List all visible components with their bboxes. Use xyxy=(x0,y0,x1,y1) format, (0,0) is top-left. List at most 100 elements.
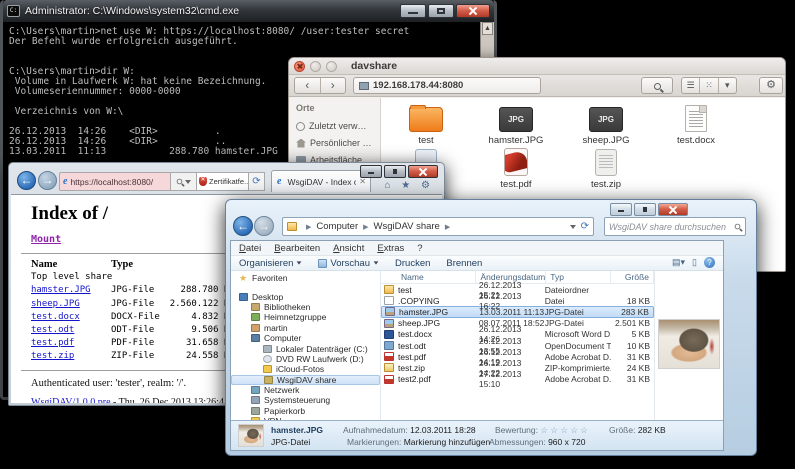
column-size[interactable]: Größe xyxy=(611,271,654,284)
star-icon: ★ xyxy=(239,274,248,282)
tree-item-heimnetzgruppe[interactable]: Heimnetzgruppe xyxy=(231,312,380,322)
scroll-up-icon[interactable]: ▲ xyxy=(482,22,493,35)
file-link[interactable]: test.zip xyxy=(31,351,74,361)
wsgidav-link[interactable]: WsgiDAV/1.0.0.pre xyxy=(31,397,111,403)
breadcrumb-computer[interactable]: Computer xyxy=(316,221,358,232)
close-button[interactable] xyxy=(408,165,438,178)
tree-item-wsgidav-share[interactable]: WsgiDAV share xyxy=(231,375,380,385)
file-link[interactable]: test.pdf xyxy=(31,338,74,348)
preview-pane-button[interactable]: ▯ xyxy=(692,257,697,268)
file-type: JPG-Datei xyxy=(545,318,611,328)
back-button[interactable]: ← xyxy=(17,171,36,190)
tree-item-desktop[interactable]: Desktop xyxy=(231,291,380,301)
file-item-pdf[interactable]: test.pdf xyxy=(471,146,561,190)
column-name: Name xyxy=(31,258,111,271)
close-button[interactable] xyxy=(456,4,490,18)
back-button[interactable]: ‹ xyxy=(295,78,321,93)
menu-help[interactable]: ? xyxy=(417,243,422,254)
column-type[interactable]: Typ xyxy=(546,271,611,284)
maximize-button[interactable] xyxy=(428,4,454,18)
details-rating[interactable]: Bewertung: ☆ ☆ ☆ ☆ ☆ xyxy=(495,425,588,436)
sidebar-item-home[interactable]: Persönlicher … xyxy=(296,138,380,148)
list-view-button[interactable]: ☰ xyxy=(682,78,699,93)
file-row-copying[interactable]: .COPYING 26.12.2013 16:22 Datei 18 KB xyxy=(381,295,654,306)
tree-item-computer[interactable]: Computer xyxy=(231,333,380,343)
file-item-hamster[interactable]: JPG hamster.JPG xyxy=(471,102,561,146)
file-type: DOCX-File xyxy=(111,311,167,324)
details-tags[interactable]: Markierungen: Markierung hinzufügen xyxy=(347,437,490,447)
cmd-titlebar[interactable]: Administrator: C:\Windows\system32\cmd.e… xyxy=(3,0,494,22)
history-dropdown-icon[interactable] xyxy=(570,225,576,229)
search-input[interactable]: WsgiDAV share durchsuchen xyxy=(604,217,746,236)
file-item-docx[interactable]: test.docx xyxy=(651,102,741,146)
close-button[interactable] xyxy=(294,61,305,72)
file-item-sheep[interactable]: JPG sheep.JPG xyxy=(561,102,651,146)
print-button[interactable]: Drucken xyxy=(395,258,430,269)
maximize-button[interactable] xyxy=(326,61,337,72)
minimize-button[interactable] xyxy=(360,165,382,178)
tree-item-dvd-laufwerk[interactable]: DVD RW Laufwerk (D:) xyxy=(231,354,380,364)
tree-item-lokaler-datentraeger[interactable]: Lokaler Datenträger (C:) xyxy=(231,343,380,353)
maximize-button[interactable] xyxy=(384,165,406,178)
file-item-test[interactable]: test xyxy=(381,102,471,146)
column-name[interactable]: Name xyxy=(397,271,476,284)
nautilus-titlebar[interactable]: davshare xyxy=(289,58,785,75)
file-link[interactable]: hamster.JPG xyxy=(31,285,91,295)
preview-button[interactable]: Vorschau xyxy=(318,258,379,269)
location-bar[interactable]: 192.168.178.44:8080 xyxy=(353,77,541,94)
burn-button[interactable]: Brennen xyxy=(446,258,482,269)
tree-item-martin[interactable]: martin xyxy=(231,323,380,333)
file-row-test2-pdf[interactable]: test2.pdf 27.12.2013 15:10 Adobe Acrobat… xyxy=(381,374,654,385)
view-dropdown-button[interactable]: ▾ xyxy=(718,78,736,93)
sidebar-item-recent[interactable]: Zuletzt verw… xyxy=(296,121,380,131)
breadcrumb[interactable]: ▶ Computer ▶ WsgiDAV share ▶ ⟳ xyxy=(282,217,594,236)
menu-bearbeiten[interactable]: Bearbeiten xyxy=(274,243,320,254)
refresh-button[interactable]: ⟳ xyxy=(249,172,265,191)
address-bar[interactable]: e https://localhost:8080/ xyxy=(59,172,171,191)
tree-item-bibliotheken[interactable]: Bibliotheken xyxy=(231,302,380,312)
organize-button[interactable]: Organisieren xyxy=(239,258,302,269)
menu-ansicht[interactable]: Ansicht xyxy=(333,243,364,254)
file-link[interactable]: sheep.JPG xyxy=(31,299,80,309)
change-view-button[interactable]: ▤▾ xyxy=(672,257,685,268)
tree-item-papierkorb[interactable]: Papierkorb xyxy=(231,406,380,416)
certificate-error-label: Zertifikatfe... xyxy=(209,177,249,186)
menu-extras[interactable]: Extras xyxy=(377,243,404,254)
file-link[interactable]: test.odt xyxy=(31,325,74,335)
certificate-error-button[interactable]: Zertifikatfe... xyxy=(197,172,249,191)
mount-link[interactable]: Mount xyxy=(31,234,61,245)
file-name: .COPYING xyxy=(398,296,479,306)
address-search-tools[interactable] xyxy=(171,172,197,191)
ie-command-icons[interactable]: ⌂ ★ ⚙ xyxy=(384,180,434,191)
tree-item-favoriten[interactable]: ★Favoriten xyxy=(231,273,380,283)
refresh-icon[interactable]: ⟳ xyxy=(581,221,589,232)
help-icon[interactable]: ? xyxy=(704,257,715,268)
tree-item-systemsteuerung[interactable]: Systemsteuerung xyxy=(231,395,380,405)
grid-view-button[interactable]: ⁙ xyxy=(699,78,717,93)
tree-item-netzwerk[interactable]: Netzwerk xyxy=(231,385,380,395)
breadcrumb-wsgidav-share[interactable]: WsgiDAV share xyxy=(374,221,440,232)
image-file-icon xyxy=(384,319,394,328)
file-row-hamster-selected[interactable]: hamster.JPG 13.03.2011 11:13 JPG-Datei 2… xyxy=(381,306,654,317)
forward-button[interactable]: → xyxy=(254,216,274,236)
forward-button[interactable]: › xyxy=(321,78,346,93)
tree-item-icloud-fotos[interactable]: iCloud-Fotos xyxy=(231,364,380,374)
gear-menu-button[interactable]: ⚙ xyxy=(759,77,783,94)
back-button[interactable]: ← xyxy=(233,216,253,236)
search-button[interactable] xyxy=(641,77,673,94)
forward-button[interactable]: → xyxy=(38,171,57,190)
file-type: ZIP-komprimierte... xyxy=(545,363,611,373)
file-item-zip[interactable]: test.zip xyxy=(561,146,651,190)
browser-tab[interactable]: e WsgiDAV - Index of / ✕ xyxy=(271,170,371,192)
menu-datei[interactable]: Datei xyxy=(239,243,261,254)
navigation-tree: ★Favoriten Desktop Bibliotheken Heimnetz… xyxy=(231,271,381,420)
tab-close-icon[interactable]: ✕ xyxy=(359,177,366,186)
file-link[interactable]: test.docx xyxy=(31,312,80,322)
minimize-button[interactable] xyxy=(400,4,426,18)
details-size: Größe: 282 KB xyxy=(609,425,666,435)
pdf-file-icon xyxy=(384,375,394,384)
network-location-icon xyxy=(359,82,369,90)
minimize-button[interactable] xyxy=(310,61,321,72)
preview-pane xyxy=(654,271,723,420)
tab-title: WsgiDAV - Index of / xyxy=(287,177,356,187)
